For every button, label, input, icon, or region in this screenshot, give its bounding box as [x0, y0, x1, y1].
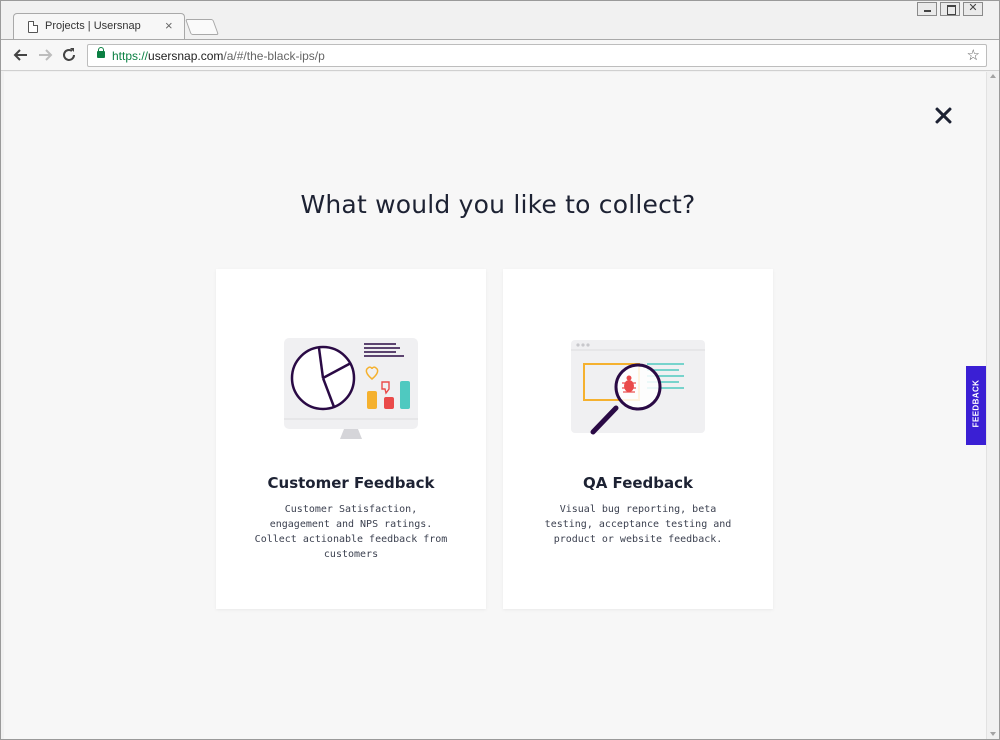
- feedback-label: FEEDBACK: [971, 379, 981, 428]
- browser-window: Projects | Usersnap × ✕ https://usersnap…: [0, 0, 1000, 740]
- browser-tab[interactable]: Projects | Usersnap ×: [13, 13, 185, 40]
- reload-button[interactable]: [59, 45, 79, 65]
- scrollbar[interactable]: [986, 72, 999, 739]
- minimize-button[interactable]: [917, 2, 937, 16]
- scroll-up-icon[interactable]: [990, 74, 996, 78]
- tab-strip: Projects | Usersnap × ✕: [1, 1, 999, 40]
- tab-close-icon[interactable]: ×: [165, 18, 173, 34]
- arrow-left-icon: [13, 49, 27, 61]
- customer-feedback-card[interactable]: Customer Feedback Customer Satisfaction,…: [216, 269, 486, 609]
- arrow-right-icon: [39, 49, 53, 61]
- page-viewport: What would you like to collect? Customer…: [4, 72, 986, 739]
- url-scheme: https://: [112, 49, 149, 63]
- magnifier-bug-icon: [571, 340, 705, 435]
- url-host: usersnap.com: [148, 49, 224, 63]
- star-icon[interactable]: ☆: [967, 46, 980, 64]
- forward-button[interactable]: [35, 45, 55, 65]
- card-description: Customer Satisfaction, engagement and NP…: [254, 504, 448, 560]
- url-path: /a/#/the-black-ips/p: [223, 49, 325, 63]
- browser-toolbar: https://usersnap.com/a/#/the-black-ips/p…: [1, 39, 999, 71]
- monitor-chart-icon: [284, 338, 418, 439]
- tab-title: Projects | Usersnap: [45, 20, 141, 32]
- window-close-button[interactable]: ✕: [963, 2, 983, 16]
- qa-feedback-card[interactable]: QA Feedback Visual bug reporting, beta t…: [503, 269, 773, 609]
- url-text: https://usersnap.com/a/#/the-black-ips/p: [112, 49, 325, 63]
- scroll-down-icon[interactable]: [990, 732, 996, 736]
- card-description: Visual bug reporting, beta testing, acce…: [544, 504, 732, 545]
- close-icon[interactable]: [930, 103, 956, 129]
- address-bar[interactable]: https://usersnap.com/a/#/the-black-ips/p…: [87, 44, 987, 67]
- lock-icon: [97, 47, 105, 58]
- card-title: Customer Feedback: [267, 474, 435, 492]
- card-title: QA Feedback: [582, 474, 694, 492]
- reload-icon: [63, 48, 75, 61]
- feedback-widget-button[interactable]: FEEDBACK: [966, 366, 986, 445]
- page-icon: [28, 21, 38, 33]
- back-button[interactable]: [11, 45, 31, 65]
- new-tab-button[interactable]: [185, 19, 219, 35]
- maximize-button[interactable]: [940, 2, 960, 16]
- page-title: What would you like to collect?: [300, 190, 696, 219]
